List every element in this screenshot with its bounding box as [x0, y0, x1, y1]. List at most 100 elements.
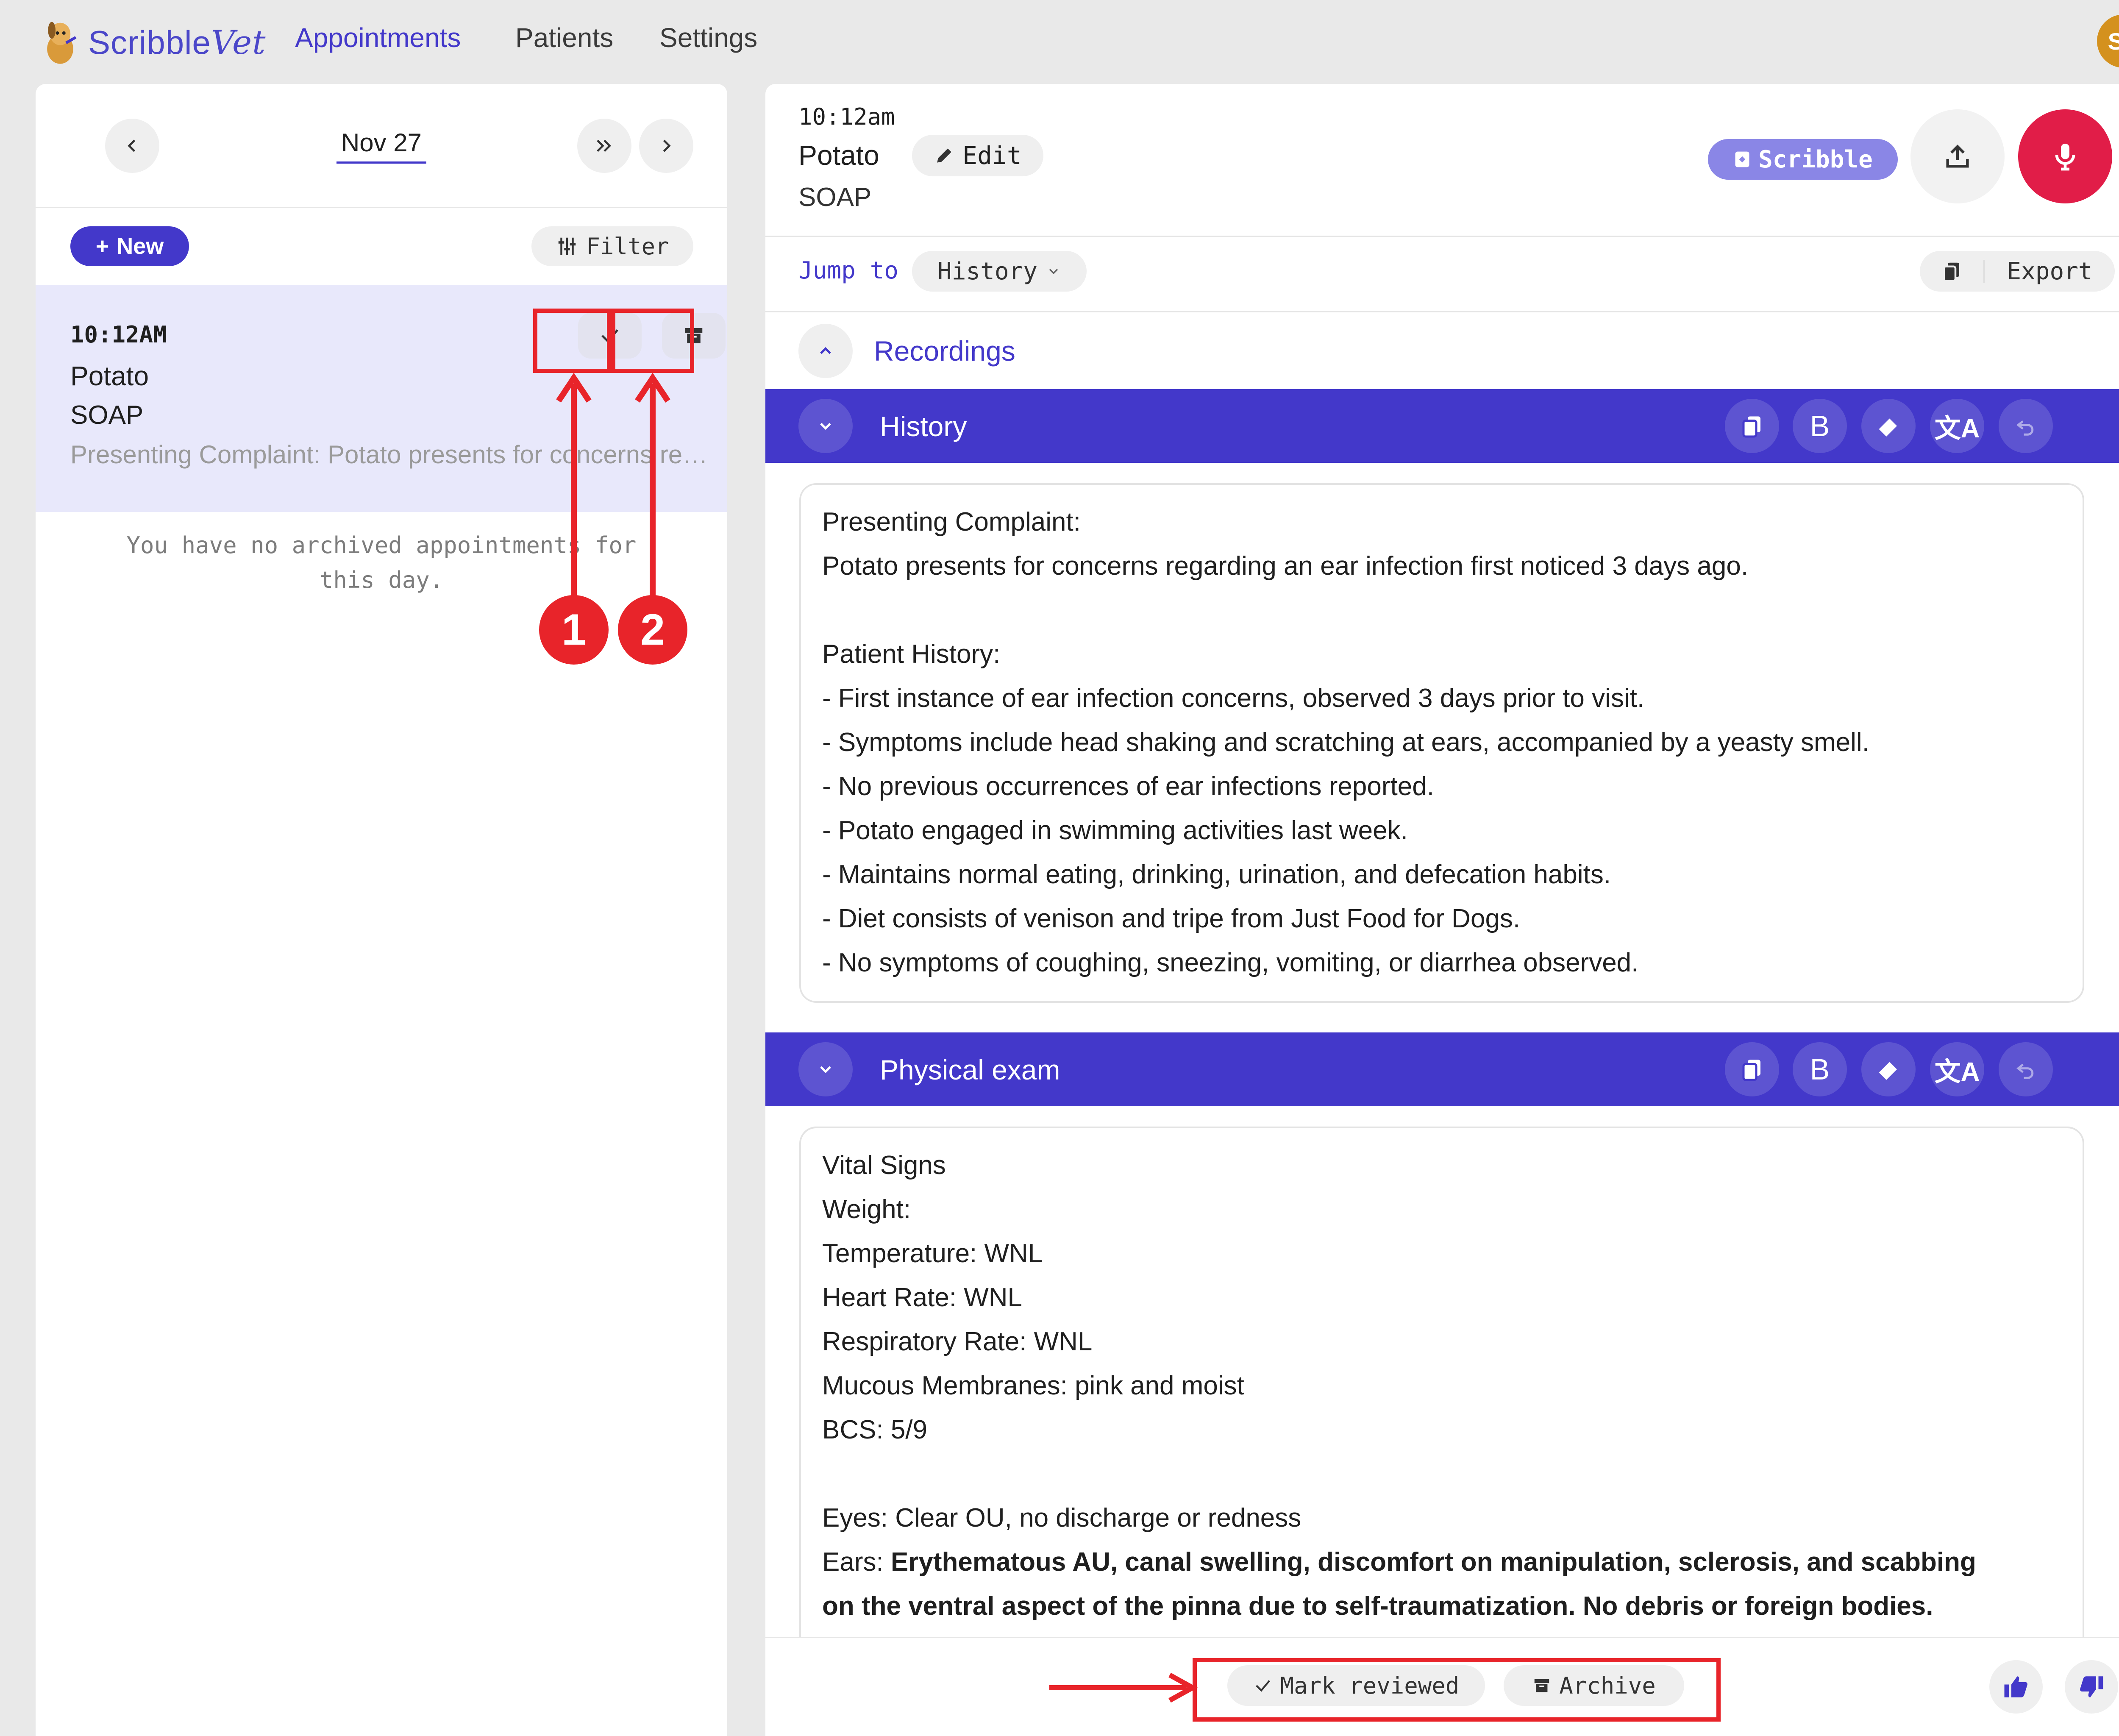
microphone-icon	[2055, 144, 2075, 171]
copy-icon	[1742, 416, 1760, 438]
next-day-button[interactable]	[639, 119, 693, 173]
copy-icon	[1742, 1060, 1760, 1081]
history-line: - No previous occurrences of ear infecti…	[822, 772, 1434, 801]
chevron-up-icon	[820, 347, 831, 354]
history-line: - Potato engaged in swimming activities …	[822, 816, 1408, 845]
history-text[interactable]: Presenting Complaint: Potato presents fo…	[799, 483, 2084, 1003]
history-line: Patient History:	[822, 640, 1001, 669]
history-line: - First instance of ear infection concer…	[822, 684, 1645, 713]
appointment-time: 10:12AM	[70, 321, 167, 348]
scribble-label: Scribble	[1758, 145, 1873, 173]
exam-line: Temperature: WNL	[822, 1239, 1043, 1268]
edit-label: Edit	[962, 141, 1022, 170]
highlight-footer-actions	[1193, 1658, 1721, 1722]
export-label: Export	[2007, 257, 2093, 285]
edit-button[interactable]: Edit	[912, 135, 1043, 176]
copy-all-button[interactable]	[1920, 260, 1985, 283]
copy-physical-exam-button[interactable]	[1725, 1042, 1779, 1096]
undo-button[interactable]	[1999, 399, 2053, 453]
scribble-button[interactable]: Scribble	[1708, 139, 1898, 180]
clear-format-button[interactable]	[1861, 399, 1916, 453]
history-line: Potato presents for concerns regarding a…	[822, 551, 1749, 581]
nav-appointments[interactable]: Appointments	[295, 22, 461, 53]
appointment-patient-name: Potato	[70, 361, 149, 391]
bold-button[interactable]: B	[1793, 1042, 1847, 1096]
logo-dog-icon	[47, 22, 77, 64]
jump-to-select[interactable]: History	[912, 251, 1087, 292]
pencil-icon	[937, 148, 951, 163]
thumbs-down-button[interactable]	[2065, 1660, 2118, 1714]
translate-icon: 文A	[1934, 1057, 1980, 1087]
annotation-badge-1: 1	[539, 595, 609, 665]
undo-icon	[2016, 420, 2034, 436]
logo-text: ScribbleVet	[88, 23, 266, 62]
exam-line: BCS: 5/9	[822, 1415, 928, 1444]
recordings-expand-button[interactable]	[798, 324, 853, 378]
chevron-down-icon	[820, 1066, 831, 1074]
recordings-toggle[interactable]: Recordings	[798, 323, 1015, 379]
ears-findings: Erythematous AU, canal swelling, discomf…	[890, 1547, 1976, 1577]
exam-line: Eyes: Clear OU, no discharge or redness	[822, 1503, 1301, 1533]
exam-line	[822, 1452, 2061, 1496]
jump-selected-value: History	[937, 257, 1037, 285]
divider	[765, 236, 2119, 237]
thumbs-up-icon	[2004, 1676, 2027, 1697]
annotation-arrow-footer	[1049, 1672, 1198, 1703]
physical-exam-text[interactable]: Vital Signs Weight: Temperature: WNL Hea…	[799, 1127, 2084, 1720]
exam-line: Mucous Membranes: pink and moist	[822, 1371, 1244, 1400]
physical-exam-collapse-button[interactable]	[798, 1042, 853, 1096]
eraser-icon	[1879, 418, 1897, 437]
current-date[interactable]: Nov 27	[336, 128, 426, 164]
history-line: - No symptoms of coughing, sneezing, vom…	[822, 948, 1639, 977]
annotation-badge-2: 2	[618, 595, 687, 665]
thumbs-down-icon	[2080, 1676, 2103, 1697]
exam-line: Heart Rate: WNL	[822, 1283, 1023, 1312]
chevron-down-icon	[1049, 269, 1058, 275]
physical-exam-title: Physical exam	[880, 1054, 1060, 1085]
upload-icon	[1946, 145, 1969, 168]
highlight-mark-reviewed	[533, 309, 611, 373]
undo-button[interactable]	[1999, 1042, 2053, 1096]
note-type: SOAP	[798, 183, 872, 212]
history-line: - Diet consists of venison and tripe fro…	[822, 904, 1521, 933]
divider	[765, 311, 2119, 312]
upload-button[interactable]	[1910, 109, 2005, 203]
new-label: New	[117, 234, 164, 259]
bold-icon: B	[1810, 409, 1830, 442]
appointment-type: SOAP	[70, 401, 144, 430]
ears-label: Ears:	[822, 1547, 891, 1577]
filter-label: Filter	[586, 233, 669, 260]
jump-forward-button[interactable]	[577, 119, 631, 173]
logo[interactable]: ScribbleVet	[42, 17, 266, 68]
user-avatar[interactable]: SV	[2097, 14, 2119, 68]
bold-button[interactable]: B	[1793, 399, 1847, 453]
filter-icon	[559, 237, 576, 255]
note-time: 10:12am	[798, 103, 895, 130]
filter-button[interactable]: Filter	[531, 226, 693, 266]
exam-line-ears: Ears: Erythematous AU, canal swelling, d…	[822, 1540, 2061, 1584]
export-button[interactable]: Export	[1920, 251, 2115, 292]
clear-format-button[interactable]	[1861, 1042, 1916, 1096]
history-line: - Symptoms include head shaking and scra…	[822, 728, 1869, 757]
nav-settings[interactable]: Settings	[659, 22, 757, 53]
double-chevron-right-icon	[597, 139, 611, 152]
nav-patients[interactable]: Patients	[515, 22, 613, 53]
jump-to-label: Jump to	[798, 257, 899, 284]
new-appointment-button[interactable]: + New	[70, 226, 189, 266]
translate-button[interactable]: 文A	[1930, 399, 1984, 453]
thumbs-up-button[interactable]	[1989, 1660, 2043, 1714]
chevron-down-icon	[820, 423, 831, 430]
translate-button[interactable]: 文A	[1930, 1042, 1984, 1096]
copy-history-button[interactable]	[1725, 399, 1779, 453]
top-bar: ScribbleVet Appointments Patients Settin…	[0, 0, 2119, 83]
exam-line: Respiratory Rate: WNL	[822, 1327, 1093, 1356]
recordings-label: Recordings	[874, 335, 1015, 367]
history-collapse-button[interactable]	[798, 399, 853, 453]
plus-icon: +	[95, 234, 109, 259]
history-line: Presenting Complaint:	[822, 507, 1081, 537]
prev-day-button[interactable]	[105, 119, 159, 173]
history-line	[822, 588, 2061, 632]
note-patient-name: Potato	[798, 139, 879, 171]
eraser-icon	[1879, 1062, 1897, 1080]
record-button[interactable]	[2018, 109, 2112, 203]
